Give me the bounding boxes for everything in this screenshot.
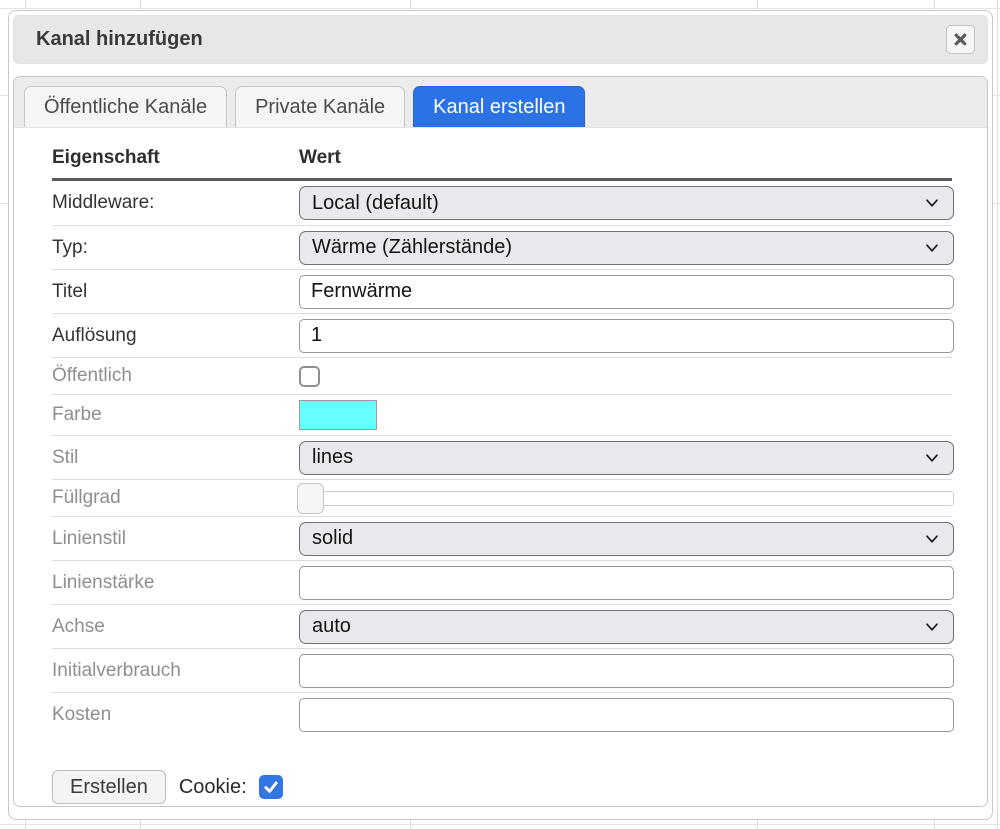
select-value: Local (default) <box>312 192 925 215</box>
text-input-value: Fernwärme <box>311 280 412 303</box>
tab-panel-create-channel: Eigenschaft Wert Middleware: Local (defau… <box>14 128 987 804</box>
tab-öffentliche-kanäle[interactable]: Öffentliche Kanäle <box>24 86 227 127</box>
form-row: Linienstil solid <box>52 516 952 560</box>
text-input[interactable]: Fernwärme <box>299 275 954 309</box>
fill-slider-handle[interactable] <box>297 483 324 514</box>
row-label: Öffentlich <box>52 365 299 387</box>
form-footer: Erstellen Cookie: <box>52 770 951 804</box>
form-row: Initialverbrauch <box>52 648 952 692</box>
channel-form: Eigenschaft Wert Middleware: Local (defau… <box>52 147 952 736</box>
chevron-down-icon <box>925 243 939 253</box>
chevron-down-icon <box>925 198 939 208</box>
row-label: Achse <box>52 616 299 638</box>
row-control <box>299 566 954 600</box>
row-control <box>299 400 952 430</box>
grid-hline <box>0 8 1000 9</box>
row-control: Fernwärme <box>299 275 954 309</box>
row-control: solid <box>299 522 954 556</box>
row-control: 1 <box>299 319 954 353</box>
row-control <box>299 366 952 387</box>
select-field[interactable]: auto <box>299 610 954 644</box>
row-label: Linienstärke <box>52 572 299 594</box>
add-channel-dialog: Kanal hinzufügen Öffentliche KanälePriva… <box>8 10 993 820</box>
form-row: Typ: Wärme (Zählerstände) <box>52 225 952 269</box>
select-value: lines <box>312 446 925 469</box>
tabs-widget: Öffentliche KanälePrivate KanäleKanal er… <box>13 76 988 807</box>
form-row: Achse auto <box>52 604 952 648</box>
color-swatch[interactable] <box>299 400 377 430</box>
dialog-title: Kanal hinzufügen <box>36 28 946 51</box>
form-row: Titel Fernwärme <box>52 269 952 313</box>
grid-vline <box>997 0 998 829</box>
text-input-value: 1 <box>311 324 322 347</box>
tab-kanal-erstellen[interactable]: Kanal erstellen <box>413 86 585 127</box>
row-control: Local (default) <box>299 186 954 220</box>
row-control: Wärme (Zählerstände) <box>299 231 954 265</box>
row-label: Linienstil <box>52 528 299 550</box>
form-row: Öffentlich <box>52 357 952 394</box>
cookie-label: Cookie: <box>179 776 247 799</box>
cookie-checkbox[interactable] <box>259 775 283 799</box>
row-label: Stil <box>52 447 299 469</box>
header-property: Eigenschaft <box>52 147 299 169</box>
chevron-down-icon <box>925 622 939 632</box>
row-control <box>299 654 954 688</box>
text-input[interactable] <box>299 566 954 600</box>
select-value: Wärme (Zählerstände) <box>312 236 925 259</box>
close-icon <box>953 32 968 47</box>
row-label: Typ: <box>52 237 299 259</box>
row-label: Farbe <box>52 404 299 426</box>
select-field[interactable]: Wärme (Zählerstände) <box>299 231 954 265</box>
tab-nav: Öffentliche KanälePrivate KanäleKanal er… <box>14 77 987 128</box>
form-row: Auflösung 1 <box>52 313 952 357</box>
form-row: Middleware: Local (default) <box>52 181 952 225</box>
row-label: Kosten <box>52 704 299 726</box>
grid-hline <box>0 824 1000 825</box>
header-value: Wert <box>299 147 952 169</box>
row-label: Middleware: <box>52 192 299 214</box>
close-button[interactable] <box>946 25 975 54</box>
form-row: Linienstärke <box>52 560 952 604</box>
check-icon <box>263 779 279 795</box>
row-label: Füllgrad <box>52 487 299 509</box>
text-input[interactable] <box>299 654 954 688</box>
chevron-down-icon <box>925 534 939 544</box>
chevron-down-icon <box>925 453 939 463</box>
public-checkbox[interactable] <box>299 366 320 387</box>
row-control <box>299 491 954 506</box>
fill-slider[interactable] <box>299 491 954 506</box>
text-input[interactable] <box>299 698 954 732</box>
row-label: Auflösung <box>52 325 299 347</box>
row-control: auto <box>299 610 954 644</box>
select-value: solid <box>312 527 925 550</box>
select-field[interactable]: Local (default) <box>299 186 954 220</box>
dialog-titlebar: Kanal hinzufügen <box>13 15 988 64</box>
row-label: Titel <box>52 281 299 303</box>
select-field[interactable]: solid <box>299 522 954 556</box>
tab-private-kanäle[interactable]: Private Kanäle <box>235 86 405 127</box>
form-row: Füllgrad <box>52 479 952 516</box>
create-button[interactable]: Erstellen <box>52 770 166 804</box>
select-field[interactable]: lines <box>299 441 954 475</box>
form-row: Stil lines <box>52 435 952 479</box>
form-row: Farbe <box>52 394 952 435</box>
form-row: Kosten <box>52 692 952 736</box>
row-control <box>299 698 954 732</box>
form-header-row: Eigenschaft Wert <box>52 147 952 181</box>
row-label: Initialverbrauch <box>52 660 299 682</box>
row-control: lines <box>299 441 954 475</box>
text-input[interactable]: 1 <box>299 319 954 353</box>
select-value: auto <box>312 615 925 638</box>
